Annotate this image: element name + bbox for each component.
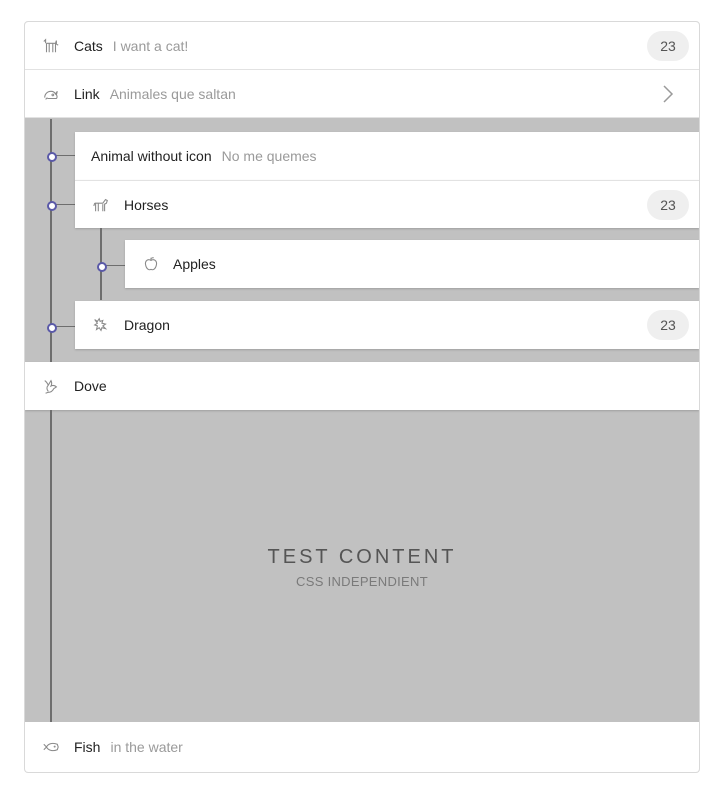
item-title: Cats [74,37,103,54]
item-subtitle: Animales que saltan [109,85,236,102]
count-badge: 23 [647,190,689,220]
tree-node-dot [47,323,57,333]
cat-icon [41,37,61,55]
chevron-right-icon [657,83,679,105]
item-title: Link [74,85,100,102]
test-content-subtitle: CSS INDEPENDIENT [296,574,428,589]
list-item-apples[interactable]: Apples [125,240,699,288]
list-item-animal-without-icon[interactable]: Animal without icon No me quemes [75,132,699,180]
item-title: Animal without icon [91,148,212,164]
count-badge: 23 [647,31,689,61]
item-title: Dove [74,378,107,394]
item-subtitle: in the water [110,739,183,755]
animal-list: Cats I want a cat! 23 Link Animales que … [24,21,700,773]
item-title: Apples [173,256,216,272]
tree-node-dot [97,262,107,272]
item-title: Fish [74,739,101,755]
count-badge: 23 [647,310,689,340]
item-title: Horses [124,196,169,213]
tree-node-dot [47,152,57,162]
list-item-dove[interactable]: Dove [25,362,699,410]
tree-node-dot [47,201,57,211]
item-subtitle: No me quemes [221,148,317,164]
horse-icon [91,196,111,214]
item-subtitle: I want a cat! [112,37,189,54]
dove-icon [41,377,61,395]
list-item-horses[interactable]: Horses 23 [75,180,699,228]
list-item-link[interactable]: Link Animales que saltan [25,70,699,118]
list-item-dragon[interactable]: Dragon 23 [75,301,699,349]
item-title: Dragon [124,317,170,333]
rabbit-icon [41,85,61,103]
dragon-icon [91,316,111,334]
test-content-title: TEST CONTENT [267,546,457,568]
apple-icon [141,255,161,273]
list-item-fish[interactable]: Fish in the water [25,722,699,772]
fish-icon [41,738,61,756]
list-item-cats[interactable]: Cats I want a cat! 23 [25,22,699,70]
